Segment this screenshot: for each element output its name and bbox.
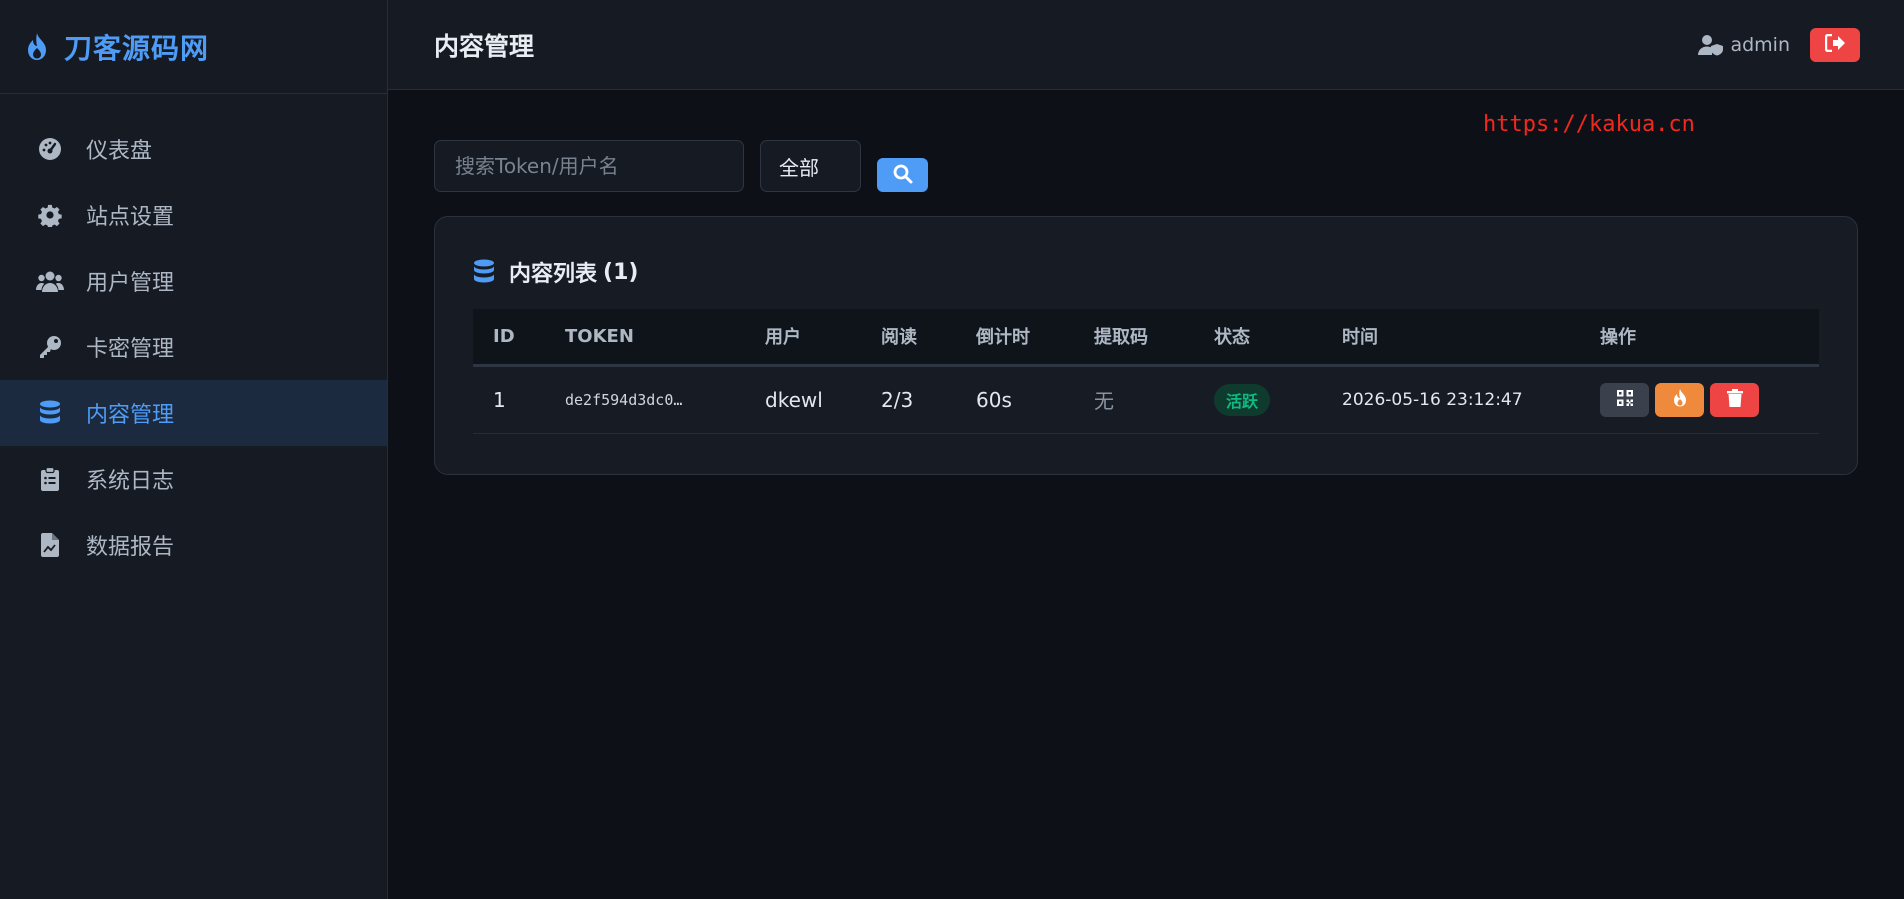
topbar: 内容管理 admin	[388, 0, 1904, 90]
sidebar-item-content[interactable]: 内容管理	[0, 380, 387, 446]
trash-icon	[1726, 389, 1743, 410]
cell-status: 活跃	[1194, 365, 1322, 433]
sign-out-icon	[1824, 33, 1845, 55]
qrcode-icon	[1616, 390, 1633, 409]
sidebar-item-label: 系统日志	[86, 469, 175, 494]
file-chart-icon	[36, 531, 64, 559]
card-title: 内容列表	[509, 262, 598, 287]
qrcode-button[interactable]	[1600, 382, 1649, 417]
row-actions	[1600, 382, 1819, 417]
flame-icon	[24, 32, 50, 62]
column-header-user[interactable]: 用户	[745, 309, 861, 365]
sidebar-item-site-settings[interactable]: 站点设置	[0, 182, 387, 248]
sidebar-item-label: 仪表盘	[86, 139, 153, 164]
content: https://kakua.cn 全部 内容列表 (1)	[388, 90, 1904, 475]
burn-button[interactable]	[1655, 382, 1704, 417]
card-header: 内容列表 (1)	[473, 255, 1817, 289]
table-row: 1 de2f594d3dc0… dkewl 2/3 60s 无 活跃 2026-…	[473, 365, 1819, 433]
content-table: ID TOKEN 用户 阅读 倒计时 提取码 状态 时间 操作 1 de2f59…	[473, 309, 1819, 434]
search-icon	[893, 164, 913, 187]
sidebar-item-dashboard[interactable]: 仪表盘	[0, 116, 387, 182]
gauge-icon	[36, 135, 64, 163]
cell-user: dkewl	[765, 387, 823, 412]
column-header-id[interactable]: ID	[473, 309, 545, 365]
page-title: 内容管理	[434, 31, 535, 61]
watermark-url: https://kakua.cn	[1483, 112, 1695, 137]
status-badge: 活跃	[1214, 383, 1271, 416]
sidebar: 刀客源码网 仪表盘 站点设置 用户管理 卡密管理 内容管理 系统日志 数据报告	[0, 0, 388, 899]
clipboard-icon	[36, 465, 64, 493]
cell-token: de2f594d3dc0…	[565, 390, 683, 409]
sidebar-item-label: 站点设置	[86, 205, 175, 230]
column-header-reads[interactable]: 阅读	[861, 309, 956, 365]
sidebar-item-label: 卡密管理	[86, 337, 175, 362]
sidebar-item-cards[interactable]: 卡密管理	[0, 314, 387, 380]
brand[interactable]: 刀客源码网	[0, 0, 387, 94]
column-header-code[interactable]: 提取码	[1074, 309, 1194, 365]
key-icon	[36, 333, 64, 361]
sidebar-item-reports[interactable]: 数据报告	[0, 512, 387, 578]
filter-row: 全部	[434, 136, 1860, 192]
main-area: 内容管理 admin https://kakua.cn 全部	[388, 0, 1904, 899]
column-header-countdown[interactable]: 倒计时	[956, 309, 1074, 365]
card-count: (1)	[603, 259, 639, 285]
cell-id: 1	[493, 387, 506, 412]
fire-icon	[1672, 389, 1688, 410]
sidebar-item-label: 数据报告	[86, 535, 175, 560]
delete-button[interactable]	[1710, 382, 1759, 417]
status-select[interactable]: 全部	[760, 140, 861, 192]
cell-time: 2026-05-16 23:12:47	[1342, 389, 1523, 410]
column-header-status[interactable]: 状态	[1194, 309, 1322, 365]
sidebar-item-label: 内容管理	[86, 403, 175, 428]
users-icon	[36, 267, 64, 295]
cell-actions	[1580, 365, 1819, 433]
search-button[interactable]	[877, 158, 928, 192]
search-input[interactable]	[434, 140, 744, 192]
current-user[interactable]: admin	[1730, 34, 1790, 56]
sidebar-item-label: 用户管理	[86, 271, 175, 296]
column-header-token[interactable]: TOKEN	[545, 309, 745, 365]
database-icon	[36, 399, 64, 427]
sidebar-nav: 仪表盘 站点设置 用户管理 卡密管理 内容管理 系统日志 数据报告	[0, 94, 387, 578]
cell-reads: 2/3	[881, 387, 914, 412]
sidebar-item-users[interactable]: 用户管理	[0, 248, 387, 314]
app-root: 刀客源码网 仪表盘 站点设置 用户管理 卡密管理 内容管理 系统日志 数据报告 …	[0, 0, 1904, 899]
user-shield-icon	[1698, 34, 1724, 56]
column-header-actions: 操作	[1600, 327, 1636, 349]
brand-name: 刀客源码网	[64, 31, 210, 65]
cell-code: 无	[1094, 389, 1114, 413]
gear-icon	[36, 201, 64, 229]
table-header-row: ID TOKEN 用户 阅读 倒计时 提取码 状态 时间 操作	[473, 309, 1819, 365]
content-list-card: 内容列表 (1) ID TOKEN 用户 阅读 倒计时 提取码 状态 时间 操作…	[434, 216, 1858, 475]
column-header-time[interactable]: 时间	[1322, 309, 1580, 365]
logout-button[interactable]	[1810, 27, 1860, 62]
user-box: admin	[1698, 27, 1860, 62]
sidebar-item-logs[interactable]: 系统日志	[0, 446, 387, 512]
database-icon	[473, 259, 497, 285]
cell-countdown: 60s	[976, 387, 1012, 412]
